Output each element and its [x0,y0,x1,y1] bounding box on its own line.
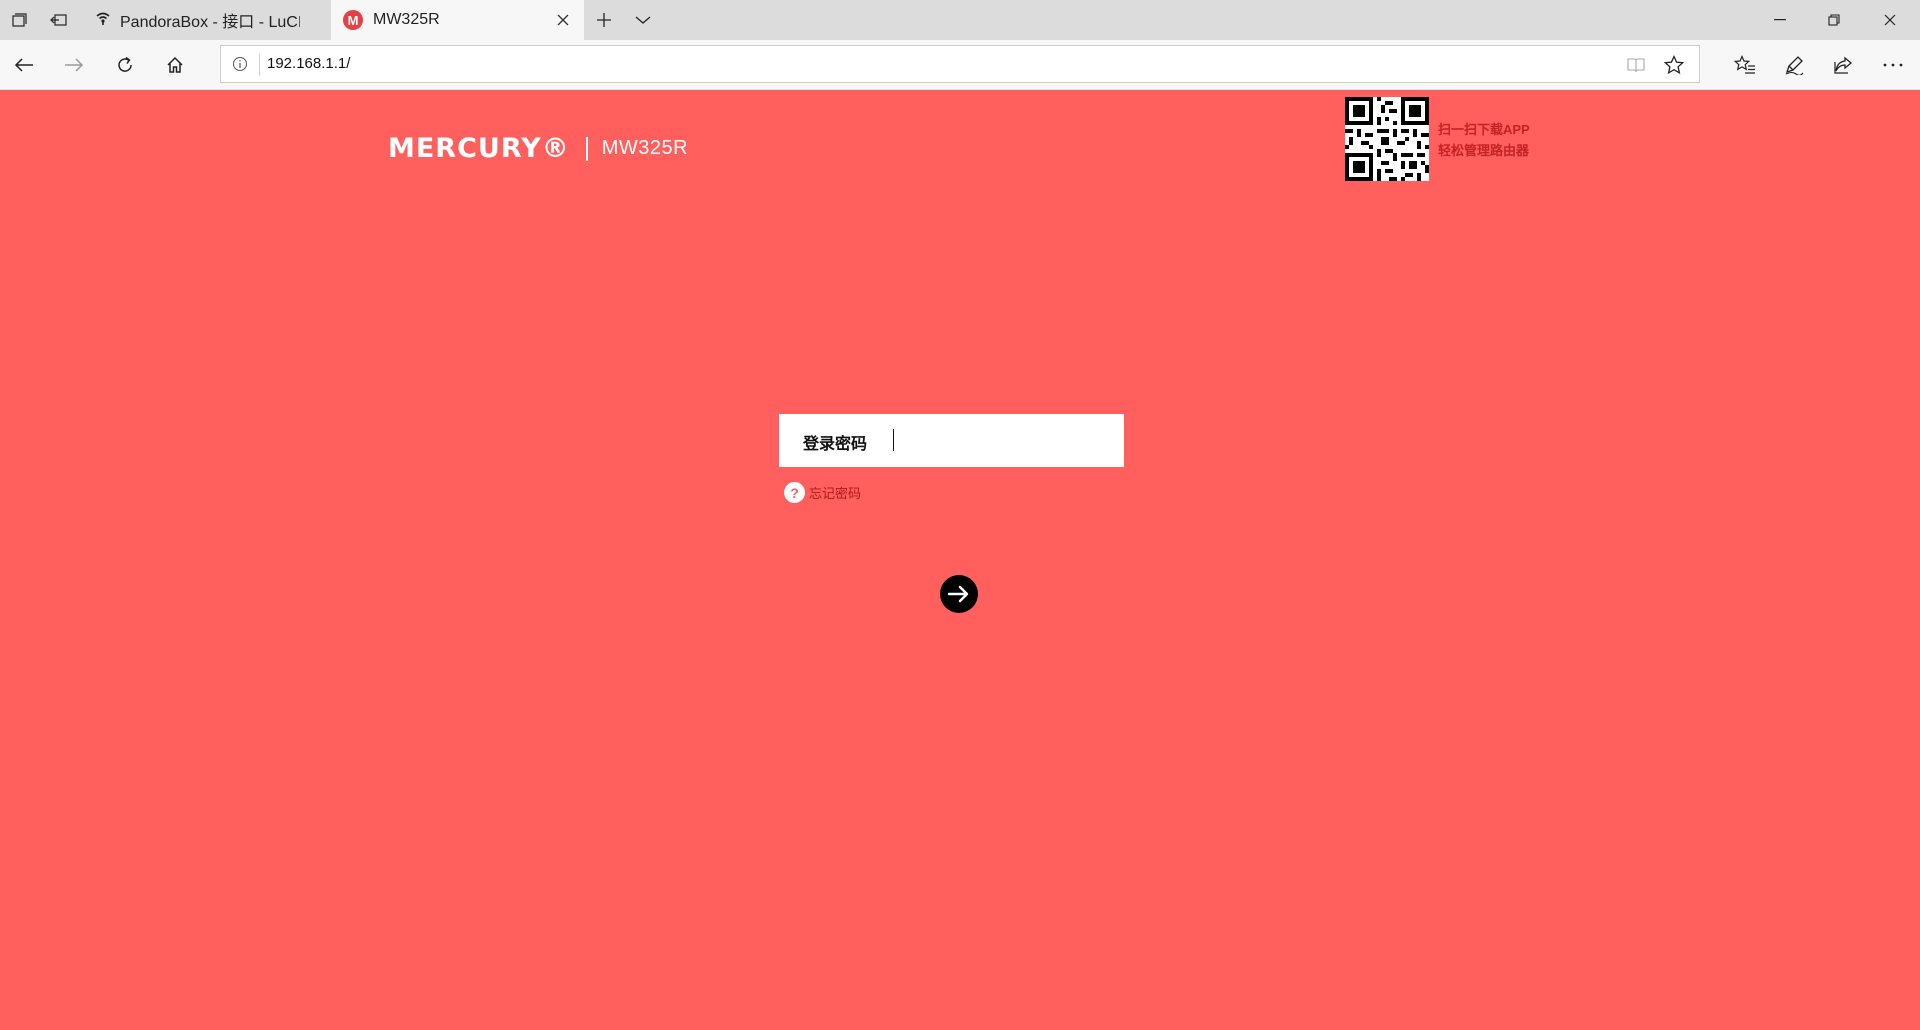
close-window-icon[interactable] [1862,0,1918,40]
tab-title: PandoraBox - 接口 - LuCI [120,14,300,31]
refresh-icon[interactable] [109,49,141,81]
site-info-icon[interactable] [231,55,249,73]
set-tabs-aside-icon[interactable] [48,9,70,31]
app-qr-code [1345,97,1429,181]
mercury-logo: MERCURY® [388,133,570,164]
forgot-password-link[interactable]: ? 忘记密码 [784,482,861,503]
help-question-icon: ? [784,482,805,503]
forgot-password-label: 忘记密码 [809,486,862,501]
more-options-icon[interactable] [1877,49,1909,81]
web-note-pen-icon[interactable] [1778,49,1810,81]
forward-icon[interactable] [58,49,90,81]
tab-preview-chevron-icon[interactable] [632,9,654,31]
tab-actions-icon[interactable] [8,9,30,31]
home-icon[interactable] [159,49,191,81]
browser-window: PandoraBox - 接口 - LuCI M MW325R 192.168.… [0,0,1920,1030]
back-icon[interactable] [8,49,40,81]
login-submit-button[interactable] [940,575,978,613]
arrow-right-icon [948,585,969,603]
navigation-bar: 192.168.1.1/ [0,40,1920,90]
tab-pandorabox[interactable]: PandoraBox - 接口 - LuCI [80,0,330,40]
minimize-icon[interactable] [1752,0,1808,40]
restore-icon[interactable] [1806,0,1862,40]
tab-strip: PandoraBox - 接口 - LuCI M MW325R [0,0,1920,40]
qr-promo-text: 扫一扫下载APP 轻松管理路由器 [1438,119,1530,161]
mercury-favicon-icon: M [343,10,363,30]
password-label: 登录密码 [803,436,868,453]
close-tab-icon[interactable] [552,9,574,31]
password-input[interactable] [889,422,1113,460]
text-caret [893,429,894,451]
model-name: MW325R [601,137,689,159]
qr-promo-line1: 扫一扫下载APP [1438,122,1530,137]
router-login-page: MERCURY® MW325R 扫一扫下载APP 轻松管理路由器 登录密码 ? … [0,90,1920,1030]
wifi-favicon-icon [96,11,110,30]
brand-divider [585,136,588,161]
qr-promo-line2: 轻松管理路由器 [1438,143,1530,158]
new-tab-icon[interactable] [593,9,615,31]
address-bar[interactable]: 192.168.1.1/ [220,45,1700,83]
share-icon[interactable] [1827,49,1859,81]
favorites-hub-icon[interactable] [1729,49,1761,81]
url-text[interactable]: 192.168.1.1/ [267,55,350,72]
login-password-box: 登录密码 [779,414,1124,467]
address-divider [259,54,260,76]
tab-mw325r[interactable]: M MW325R [331,0,584,40]
reading-view-icon[interactable] [1625,54,1647,76]
tab-title: MW325R [373,11,440,28]
add-favorite-star-icon[interactable] [1663,54,1685,76]
brand-header: MERCURY® MW325R [388,133,688,164]
